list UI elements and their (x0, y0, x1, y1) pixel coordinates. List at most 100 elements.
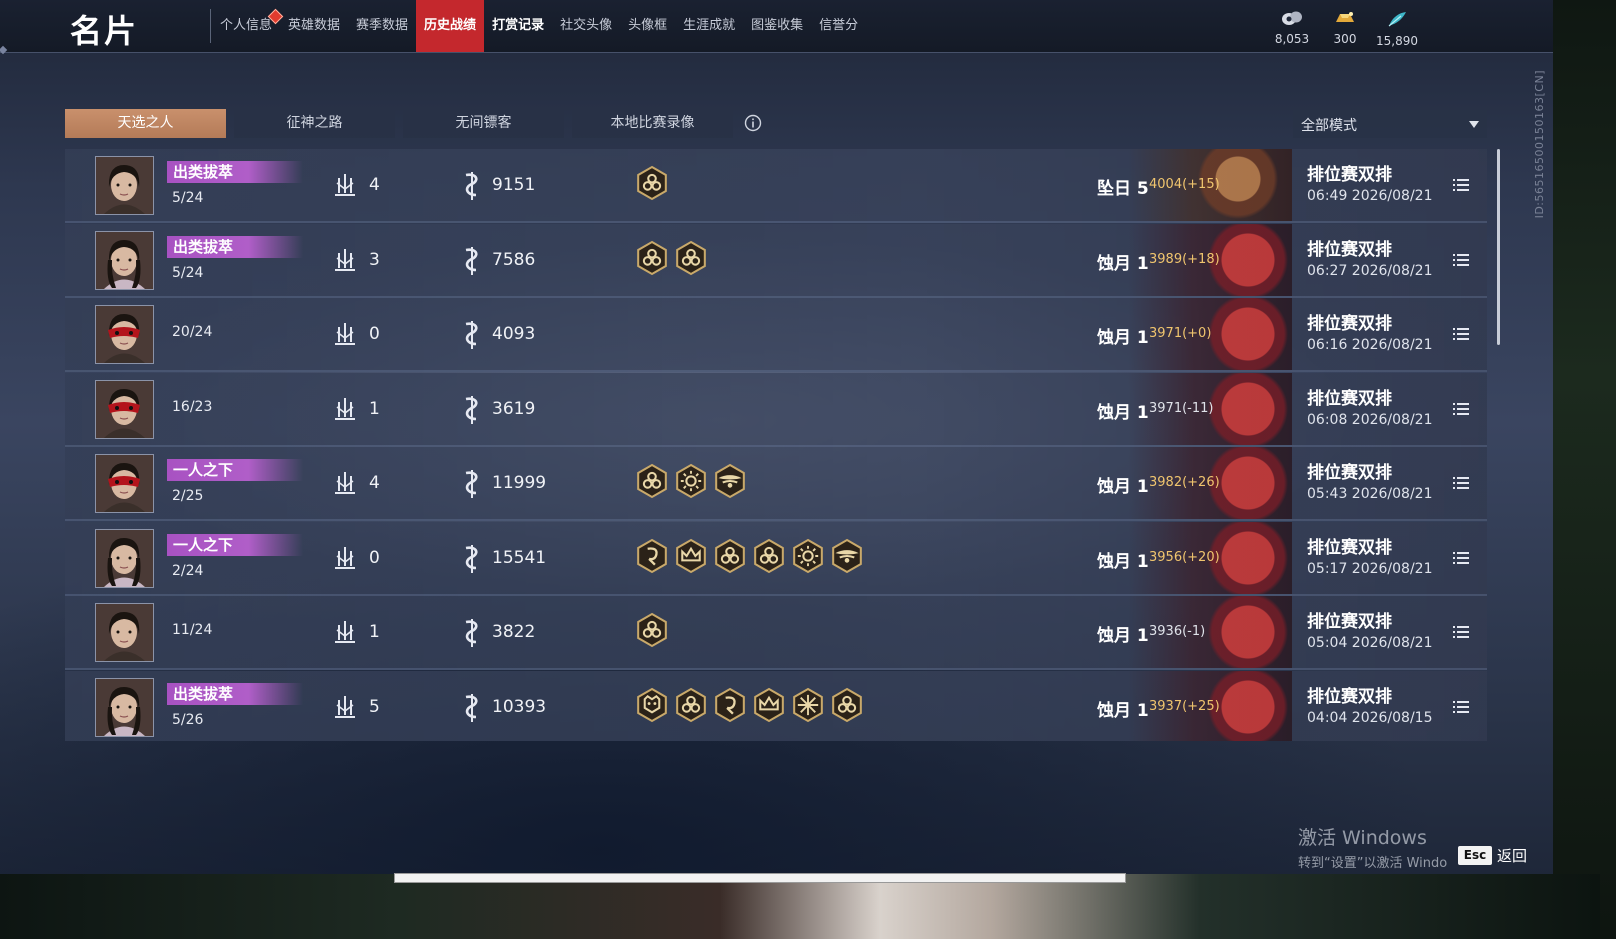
kills-icon (331, 544, 359, 576)
details-list-icon[interactable] (1453, 401, 1469, 415)
top-bar: 名片 个人信息 英雄数据 赛季数据 历史战绩 打赏记录 社交头像 头像框 生涯成就 图鉴收集 信誉… (0, 0, 1602, 55)
nav-tab-8[interactable]: 图鉴收集 (743, 0, 811, 52)
esc-key-hint[interactable]: Esc (1458, 846, 1492, 865)
triskele-badge-icon[interactable] (675, 240, 707, 280)
rank-tier: 蚀月 1 (1097, 477, 1149, 497)
triskele-badge-icon[interactable] (636, 463, 668, 503)
wings-badge-icon[interactable] (831, 538, 863, 578)
match-row[interactable]: 16/23 1 3619 蚀月 1 3971(-11) 排位赛双排 06:08 2026/0… (65, 372, 1487, 447)
swirl-badge-icon[interactable] (714, 687, 746, 727)
nav-tab-label: 打赏记录 (492, 18, 545, 33)
back-button[interactable]: 返回 (1497, 845, 1527, 866)
damage-value: 15541 (492, 547, 547, 568)
star-badge-icon[interactable] (792, 687, 824, 727)
details-list-icon[interactable] (1453, 624, 1469, 638)
windows-activation-watermark: 激活 Windows 转到“设置”以激活 Windo (1298, 823, 1447, 871)
crown-badge-icon[interactable] (753, 687, 785, 727)
rank-tier: 蚀月 1 (1097, 626, 1149, 646)
details-list-icon[interactable] (1453, 699, 1469, 713)
match-time: 06:08 2026/08/21 (1307, 411, 1433, 428)
triskele-badge-icon[interactable] (831, 687, 863, 727)
damage-icon (460, 544, 484, 578)
swirl-badge-icon[interactable] (636, 538, 668, 578)
damage-icon (460, 320, 484, 354)
nav-tab-0[interactable]: 个人信息 (212, 0, 284, 52)
nav-tab-label: 头像框 (628, 18, 668, 33)
sun-badge-icon[interactable] (792, 538, 824, 578)
nav-tab-2[interactable]: 赛季数据 (348, 0, 416, 52)
rank-tier: 蚀月 1 (1097, 328, 1149, 348)
triskele-badge-icon[interactable] (753, 538, 785, 578)
title-badge: 一人之下 (167, 459, 303, 481)
currency-value: 8,053 (1274, 32, 1310, 46)
match-row[interactable]: 出类拔萃 5/24 4 9151 坠日 5 4004(+15) 排位赛双排 06:49 202… (65, 149, 1487, 223)
divider-ornament (0, 45, 8, 55)
achievement-badges (636, 463, 746, 503)
hero-avatar (95, 379, 154, 439)
match-row[interactable]: 20/24 0 4093 蚀月 1 3971(+0) 排位赛双排 06:16 2026/08… (65, 298, 1487, 372)
kill-count: 0 (369, 547, 380, 568)
details-list-icon[interactable] (1453, 550, 1469, 564)
tab-1[interactable]: 征神之路 (234, 109, 395, 138)
crown-badge-icon[interactable] (675, 538, 707, 578)
nav-tab-7[interactable]: 生涯成就 (675, 0, 743, 52)
rank-score: 3982(+26) (1149, 475, 1220, 490)
hero-avatar (95, 156, 154, 215)
triskele-badge-icon[interactable] (636, 240, 668, 280)
nav-tab-6[interactable]: 头像框 (620, 0, 675, 52)
tab-0[interactable]: 天选之人 (65, 109, 226, 138)
rank-tier: 蚀月 1 (1097, 551, 1149, 572)
match-row[interactable]: 出类拔萃 5/26 5 10393 蚀月 1 3937(+25) 排位赛双排 04:04 20… (65, 670, 1487, 741)
match-time: 06:27 2026/08/21 (1307, 262, 1433, 279)
beast-badge-icon[interactable] (636, 687, 668, 727)
damage-value: 3822 (492, 622, 536, 642)
nav-tab-1[interactable]: 英雄数据 (280, 0, 348, 52)
tab-3[interactable]: 本地比赛录像 (572, 109, 733, 138)
info-icon[interactable] (744, 114, 762, 132)
nav-tab-9[interactable]: 信誉分 (811, 0, 866, 52)
details-list-icon[interactable] (1453, 177, 1469, 191)
nav-tab-4[interactable]: 打赏记录 (484, 0, 552, 52)
mode-dropdown-value: 全部模式 (1301, 118, 1357, 134)
damage-icon (460, 395, 484, 429)
hero-avatar (95, 454, 154, 513)
tab-2[interactable]: 无间镖客 (403, 109, 564, 138)
match-row[interactable]: 出类拔萃 5/24 3 7586 蚀月 1 3989(+18) 排位赛双排 06:27 202… (65, 223, 1487, 298)
rank-score: 3989(+18) (1149, 251, 1220, 267)
kills-icon (331, 395, 359, 427)
details-list-icon[interactable] (1453, 252, 1469, 266)
match-history-list: 出类拔萃 5/24 4 9151 坠日 5 4004(+15) 排位赛双排 06:49 202… (65, 149, 1487, 741)
currency-value: 15,890 (1376, 34, 1418, 48)
triskele-badge-icon[interactable] (675, 687, 707, 727)
match-row[interactable]: 11/24 1 3822 蚀月 1 3936(-1) 排位赛双排 05:04 2026/08… (65, 596, 1487, 670)
details-list-icon[interactable] (1453, 326, 1469, 340)
achievement-badges (636, 165, 668, 205)
damage-value: 3619 (492, 398, 536, 419)
list-scrollbar[interactable] (1497, 149, 1500, 345)
watermark-line2: 转到“设置”以激活 Windo (1298, 856, 1448, 871)
player-id: ID:5651650015016​3[CN] (1533, 70, 1546, 219)
kills-icon (331, 469, 359, 501)
triskele-badge-icon[interactable] (636, 612, 668, 652)
placement: 5/24 (172, 264, 204, 281)
match-row[interactable]: 一人之下 2/25 4 11999 蚀月 1 3982(+26) 排位赛双排 05:43 20… (65, 447, 1487, 521)
hero-avatar (95, 528, 154, 588)
details-list-icon[interactable] (1453, 475, 1469, 489)
mode-dropdown[interactable]: 全部模式 (1293, 110, 1487, 138)
watermark-line1: 激活 Windows (1298, 827, 1427, 849)
damage-icon (460, 618, 484, 652)
triskele-badge-icon[interactable] (714, 538, 746, 578)
match-mode: 排位赛双排 (1307, 463, 1392, 483)
nav-tab-label: 赛季数据 (356, 18, 409, 33)
match-row[interactable]: 一人之下 2/24 0 15541 蚀月 1 3956(+20) 排位赛双排 05:17 20… (65, 521, 1487, 596)
nav-tab-5[interactable]: 社交头像 (552, 0, 620, 52)
wings-badge-icon[interactable] (714, 463, 746, 503)
rank-score: 3971(+0) (1149, 326, 1212, 341)
nav-tab-3[interactable]: 历史战绩 (416, 0, 485, 52)
sun-badge-icon[interactable] (675, 463, 707, 503)
nav-tab-label: 信誉分 (819, 18, 859, 33)
placement: 2/25 (172, 488, 204, 504)
achievement-badges (636, 687, 863, 727)
damage-value: 10393 (492, 696, 547, 717)
triskele-badge-icon[interactable] (636, 165, 668, 205)
